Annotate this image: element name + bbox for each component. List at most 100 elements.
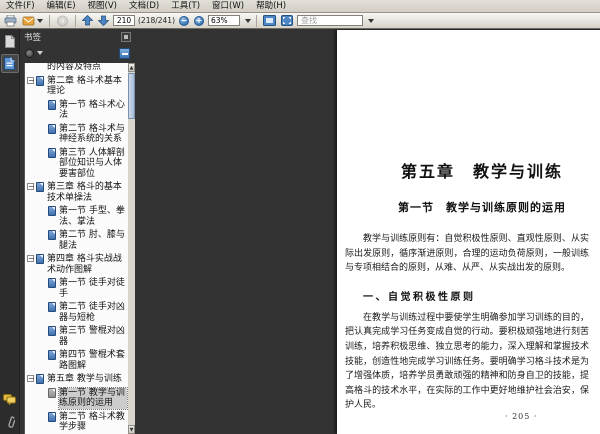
bookmark-item[interactable]: − 第四章 格斗实战战术动作图解	[25, 252, 128, 276]
bookmark-page-icon	[48, 302, 56, 312]
menu-item-1[interactable]: 文件(F)	[0, 0, 41, 12]
menu-item-3[interactable]: 视图(V)	[82, 0, 123, 12]
scrollbar-down-icon[interactable]: ▼	[128, 425, 135, 434]
menu-item-5[interactable]: 工具(T)	[165, 0, 206, 12]
collapse-expander-icon[interactable]: −	[27, 255, 35, 263]
bookmark-page-icon	[48, 99, 56, 110]
printer-icon	[4, 14, 17, 26]
previous-view-button[interactable]	[55, 14, 70, 28]
collapse-expander-icon[interactable]: −	[27, 375, 35, 383]
bookmarks-panel-tab[interactable]	[0, 54, 19, 73]
bookmark-item[interactable]: 第二节 肘、膝与腿法	[37, 228, 128, 252]
pages-icon	[4, 35, 15, 48]
bookmark-item[interactable]: 第一节 教学与训练原则的运用	[37, 386, 128, 410]
collapse-expander-icon[interactable]: −	[27, 76, 35, 84]
fullscreen-button[interactable]	[280, 14, 294, 28]
page-number-input[interactable]	[113, 15, 135, 26]
pages-panel-tab[interactable]	[1, 32, 19, 51]
bookmark-item[interactable]: − 第二章 格斗术基本理论	[25, 74, 128, 98]
bookmark-label[interactable]: 第四章 格斗实战战术动作图解	[47, 254, 127, 275]
options-gear-icon[interactable]	[25, 48, 34, 58]
menu-item-2[interactable]: 编辑(E)	[41, 0, 82, 12]
previous-page-button[interactable]	[81, 14, 94, 28]
document-canvas[interactable]: 第五章 教学与训练 第一节 教学与训练原则的运用 教学与训练原则有：自觉积极性原…	[135, 29, 600, 434]
bookmark-label[interactable]: 第二节 徒手对凶器与短枪	[59, 302, 127, 323]
panel-options-button[interactable]	[121, 31, 131, 42]
bookmark-label[interactable]: 第二节 格斗术与神经系统的关系	[59, 124, 127, 145]
attachments-panel-tab[interactable]	[1, 412, 19, 431]
zoom-level-select[interactable]: 63%	[208, 15, 241, 26]
menu-item-4[interactable]: 文档(D)	[123, 0, 165, 12]
email-dropdown-caret-icon[interactable]	[37, 18, 43, 23]
bookmark-item[interactable]: 第一节 徒手对徒手	[37, 276, 128, 300]
bookmark-item[interactable]: 第四节 警棍术套路图解	[37, 348, 128, 372]
bookmark-page-icon	[48, 123, 56, 134]
toolbar-separator	[49, 14, 50, 27]
bookmark-label[interactable]: 第一节 手型、拳法、掌法	[59, 206, 127, 227]
paperclip-icon	[7, 415, 15, 428]
next-page-button[interactable]	[97, 14, 110, 28]
bookmark-label[interactable]: 第三节 警棍对凶器	[59, 326, 127, 347]
bookmark-item[interactable]: − 第三章 格斗的基本技术单操法	[25, 180, 128, 204]
bookmark-item[interactable]: 第二节 格斗术与神经系统的关系	[37, 122, 128, 146]
fit-width-button[interactable]	[262, 14, 277, 28]
menu-item-6[interactable]: 窗口(W)	[206, 0, 250, 12]
bookmark-item[interactable]: 第三节 人体解剖部位知识与人体要害部位	[37, 146, 128, 181]
bookmark-label[interactable]: 第二章 格斗术基本理论	[47, 76, 127, 97]
bookmark-label[interactable]: 第三章 格斗的基本技术单操法	[47, 182, 127, 203]
bookmark-label[interactable]: 第四节 警棍术套路图解	[59, 350, 127, 371]
bookmark-item[interactable]: 第二节 徒手对凶器与短枪	[37, 300, 128, 324]
zoom-dropdown-caret-icon[interactable]	[245, 18, 252, 23]
bookmark-tree: 的内容及特点 − 第二章 格斗术基本理论第一节 格斗术心法 第二节 格斗术与神经系统的…	[24, 63, 128, 434]
zoom-in-button[interactable]: +	[193, 14, 205, 28]
bookmark-item[interactable]: 第三节 警棍对凶器	[37, 324, 128, 348]
comments-panel-tab[interactable]	[1, 390, 19, 409]
expand-current-bookmark-icon[interactable]	[119, 47, 130, 59]
bookmarks-panel-header: 书签	[20, 29, 135, 44]
zoom-in-icon: +	[194, 15, 205, 26]
pdf-page[interactable]: 第五章 教学与训练 第一节 教学与训练原则的运用 教学与训练原则有：自觉积极性原…	[337, 30, 600, 434]
scrollbar-thumb[interactable]	[128, 73, 135, 119]
zoom-out-icon: −	[179, 15, 190, 26]
main-area: 书签 的内容及特点 − 第二章 格斗术基本理论第一节 格斗术心法 第二节 格斗术与神经…	[0, 29, 600, 434]
bookmark-page-icon	[48, 350, 56, 360]
find-input[interactable]	[297, 15, 364, 26]
bookmark-label[interactable]: 第二节 格斗术教学步骤	[59, 412, 127, 433]
find-dropdown-caret-icon[interactable]	[368, 18, 375, 23]
bookmark-label[interactable]: 第三节 人体解剖部位知识与人体要害部位	[59, 148, 127, 180]
bookmark-item[interactable]: 第一节 格斗术心法	[37, 98, 128, 122]
collapse-expander-icon[interactable]: −	[27, 183, 35, 191]
bookmark-label[interactable]: 第一节 教学与训练原则的运用	[58, 386, 128, 410]
bookmarks-panel: 书签 的内容及特点 − 第二章 格斗术基本理论第一节 格斗术心法 第二节 格斗术与神经…	[20, 29, 135, 434]
zoom-out-button[interactable]: −	[178, 14, 190, 28]
bookmark-item[interactable]: 的内容及特点	[25, 63, 128, 74]
scrollbar-up-icon[interactable]: ▲	[128, 63, 135, 72]
bookmark-tree-scrollbar[interactable]: ▲ ▼	[128, 63, 135, 434]
email-button[interactable]	[21, 14, 44, 28]
bookmark-page-icon	[48, 147, 56, 158]
page-count-label: (218/241)	[138, 16, 176, 25]
bookmark-page-icon	[48, 326, 56, 336]
menu-item-7[interactable]: 帮助(H)	[250, 0, 292, 12]
bookmark-item[interactable]: − 第五章 教学与训练	[25, 372, 128, 386]
fullscreen-icon	[281, 15, 294, 26]
bookmark-label[interactable]: 第一节 格斗术心法	[59, 100, 127, 121]
print-button[interactable]	[3, 14, 18, 28]
toolbar-separator	[75, 14, 76, 27]
bookmark-label[interactable]: 第一节 徒手对徒手	[59, 278, 127, 299]
bookmarks-icon	[4, 57, 15, 70]
bookmark-item[interactable]: 第二节 格斗术教学步骤	[37, 410, 128, 434]
bookmark-item[interactable]: 第一节 手型、拳法、掌法	[37, 204, 128, 228]
page-number-footer: · 205 ·	[505, 412, 538, 421]
bookmark-label[interactable]: 的内容及特点	[47, 63, 127, 73]
options-caret-icon[interactable]	[37, 51, 43, 55]
bookmark-label[interactable]: 第五章 教学与训练	[47, 374, 127, 385]
bookmark-label[interactable]: 第二节 肘、膝与腿法	[59, 230, 127, 251]
